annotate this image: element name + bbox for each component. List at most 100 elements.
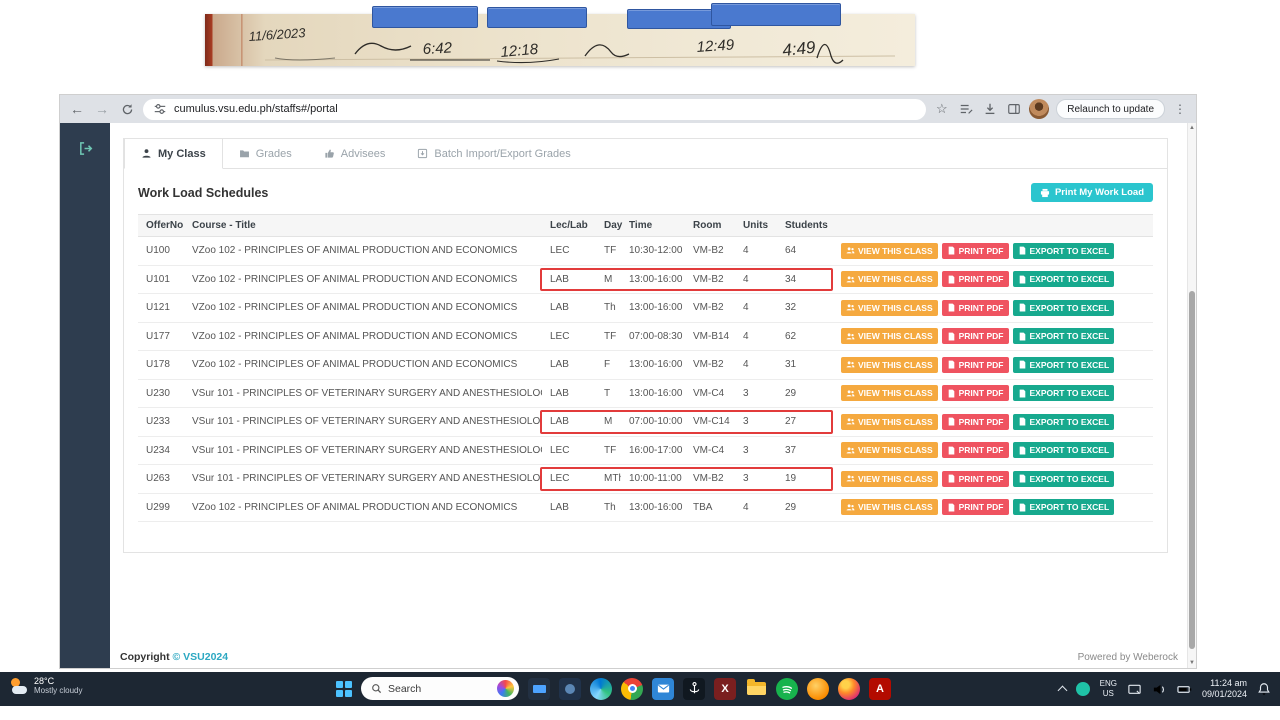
tab-batch-import-export[interactable]: Batch Import/Export Grades: [401, 139, 586, 168]
view-this-class-button[interactable]: VIEW THIS CLASS: [841, 414, 938, 430]
print-pdf-button[interactable]: PRINT PDF: [942, 385, 1009, 401]
cell-leclab: LAB: [542, 274, 596, 285]
print-pdf-button[interactable]: PRINT PDF: [942, 499, 1009, 515]
spotify-app-icon[interactable]: [776, 678, 798, 700]
view-this-class-label: VIEW THIS CLASS: [858, 502, 933, 512]
monitor-app-icon[interactable]: [528, 678, 550, 700]
taskbar-clock[interactable]: 11:24 am 09/01/2024: [1202, 678, 1247, 701]
cell-day: T: [596, 388, 621, 399]
view-this-class-button[interactable]: VIEW THIS CLASS: [841, 385, 938, 401]
view-this-class-button[interactable]: VIEW THIS CLASS: [841, 271, 938, 287]
view-this-class-button[interactable]: VIEW THIS CLASS: [841, 499, 938, 515]
cell-offerno: U233: [138, 416, 184, 427]
pdf-file-icon: [947, 503, 956, 512]
export-to-excel-button[interactable]: EXPORT TO EXCEL: [1013, 271, 1115, 287]
table-row: U100 VZoo 102 - PRINCIPLES OF ANIMAL PRO…: [138, 237, 1153, 266]
table-row: U263 VSur 101 - PRINCIPLES OF VETERINARY…: [138, 465, 1153, 494]
tab-grades[interactable]: Grades: [223, 139, 308, 168]
row-actions: VIEW THIS CLASS PRINT PDF: [833, 414, 1153, 430]
weather-condition: Mostly cloudy: [34, 686, 82, 695]
view-this-class-button[interactable]: VIEW THIS CLASS: [841, 328, 938, 344]
tray-app-icon[interactable]: [1076, 682, 1090, 696]
hidden-icons-chevron[interactable]: [1057, 686, 1067, 696]
export-to-excel-button[interactable]: EXPORT TO EXCEL: [1013, 328, 1115, 344]
cell-day: MTh: [596, 473, 621, 484]
view-this-class-button[interactable]: VIEW THIS CLASS: [841, 471, 938, 487]
print-pdf-button[interactable]: PRINT PDF: [942, 442, 1009, 458]
edge-app-icon[interactable]: [590, 678, 612, 700]
print-pdf-label: PRINT PDF: [959, 246, 1004, 256]
export-to-excel-button[interactable]: EXPORT TO EXCEL: [1013, 243, 1115, 259]
profile-avatar[interactable]: [1029, 99, 1049, 119]
table-row: U101 VZoo 102 - PRINCIPLES OF ANIMAL PRO…: [138, 266, 1153, 295]
battery-icon[interactable]: [1177, 682, 1192, 697]
view-this-class-label: VIEW THIS CLASS: [858, 417, 933, 427]
export-to-excel-button[interactable]: EXPORT TO EXCEL: [1013, 385, 1115, 401]
tab-my-class[interactable]: My Class: [124, 139, 223, 169]
display-icon[interactable]: [1127, 682, 1142, 697]
bookmark-star-icon[interactable]: ☆: [933, 101, 950, 118]
print-pdf-button[interactable]: PRINT PDF: [942, 328, 1009, 344]
print-pdf-button[interactable]: PRINT PDF: [942, 414, 1009, 430]
reading-list-icon[interactable]: [957, 101, 974, 118]
excel-file-icon: [1018, 474, 1027, 483]
forward-button[interactable]: →: [93, 100, 111, 118]
print-my-workload-button[interactable]: Print My Work Load: [1031, 183, 1153, 202]
logout-icon[interactable]: [76, 139, 94, 157]
cell-day: TF: [596, 331, 621, 342]
speaker-icon[interactable]: [1152, 682, 1167, 697]
site-settings-icon[interactable]: [153, 101, 167, 118]
orange-app-icon[interactable]: [807, 678, 829, 700]
tab-advisees[interactable]: Advisees: [308, 139, 402, 168]
downloads-icon[interactable]: [981, 101, 998, 118]
page-scrollbar[interactable]: ▲ ▼: [1187, 123, 1196, 668]
chrome-app-icon[interactable]: [621, 678, 643, 700]
file-explorer-icon[interactable]: [745, 678, 767, 700]
view-this-class-button[interactable]: VIEW THIS CLASS: [841, 243, 938, 259]
export-to-excel-button[interactable]: EXPORT TO EXCEL: [1013, 414, 1115, 430]
print-pdf-button[interactable]: PRINT PDF: [942, 300, 1009, 316]
cell-students: 31: [777, 359, 833, 370]
view-this-class-button[interactable]: VIEW THIS CLASS: [841, 300, 938, 316]
back-button[interactable]: ←: [68, 100, 86, 118]
relaunch-to-update-button[interactable]: Relaunch to update: [1056, 99, 1165, 119]
side-panel-icon[interactable]: [1005, 101, 1022, 118]
firefox-app-icon[interactable]: [838, 678, 860, 700]
view-this-class-button[interactable]: VIEW THIS CLASS: [841, 357, 938, 373]
x-app-icon[interactable]: X: [714, 678, 736, 700]
browser-menu-icon[interactable]: ⋮: [1172, 102, 1188, 116]
scroll-up-arrow[interactable]: ▲: [1188, 123, 1196, 133]
export-to-excel-label: EXPORT TO EXCEL: [1030, 246, 1110, 256]
reload-button[interactable]: [118, 100, 136, 118]
export-to-excel-button[interactable]: EXPORT TO EXCEL: [1013, 442, 1115, 458]
export-to-excel-button[interactable]: EXPORT TO EXCEL: [1013, 471, 1115, 487]
address-bar[interactable]: cumulus.vsu.edu.ph/staffs#/portal: [143, 99, 926, 120]
mail-app-icon[interactable]: [652, 678, 674, 700]
cell-students: 19: [777, 473, 833, 484]
acrobat-app-icon[interactable]: A: [869, 678, 891, 700]
view-this-class-label: VIEW THIS CLASS: [858, 445, 933, 455]
export-to-excel-button[interactable]: EXPORT TO EXCEL: [1013, 300, 1115, 316]
taskbar-search[interactable]: Search: [361, 677, 519, 700]
language-indicator[interactable]: ENG US: [1100, 679, 1117, 698]
scroll-down-arrow[interactable]: ▼: [1188, 658, 1196, 668]
notifications-bell-icon[interactable]: [1257, 682, 1272, 697]
photos-app-icon[interactable]: [559, 678, 581, 700]
vsu2024-link[interactable]: © VSU2024: [173, 651, 229, 663]
print-pdf-button[interactable]: PRINT PDF: [942, 243, 1009, 259]
export-to-excel-button[interactable]: EXPORT TO EXCEL: [1013, 357, 1115, 373]
taskbar-weather[interactable]: 28°C Mostly cloudy: [10, 676, 82, 696]
redaction-box: [487, 7, 587, 28]
handwritten-time-4: 4:49: [781, 38, 816, 60]
export-to-excel-button[interactable]: EXPORT TO EXCEL: [1013, 499, 1115, 515]
start-button[interactable]: [336, 681, 352, 697]
view-this-class-button[interactable]: VIEW THIS CLASS: [841, 442, 938, 458]
cell-time: 13:00-16:00: [621, 359, 685, 370]
print-pdf-button[interactable]: PRINT PDF: [942, 357, 1009, 373]
anchor-app-icon[interactable]: [683, 678, 705, 700]
export-to-excel-label: EXPORT TO EXCEL: [1030, 360, 1110, 370]
export-to-excel-label: EXPORT TO EXCEL: [1030, 502, 1110, 512]
print-pdf-button[interactable]: PRINT PDF: [942, 471, 1009, 487]
scrollbar-thumb[interactable]: [1189, 291, 1195, 649]
print-pdf-button[interactable]: PRINT PDF: [942, 271, 1009, 287]
